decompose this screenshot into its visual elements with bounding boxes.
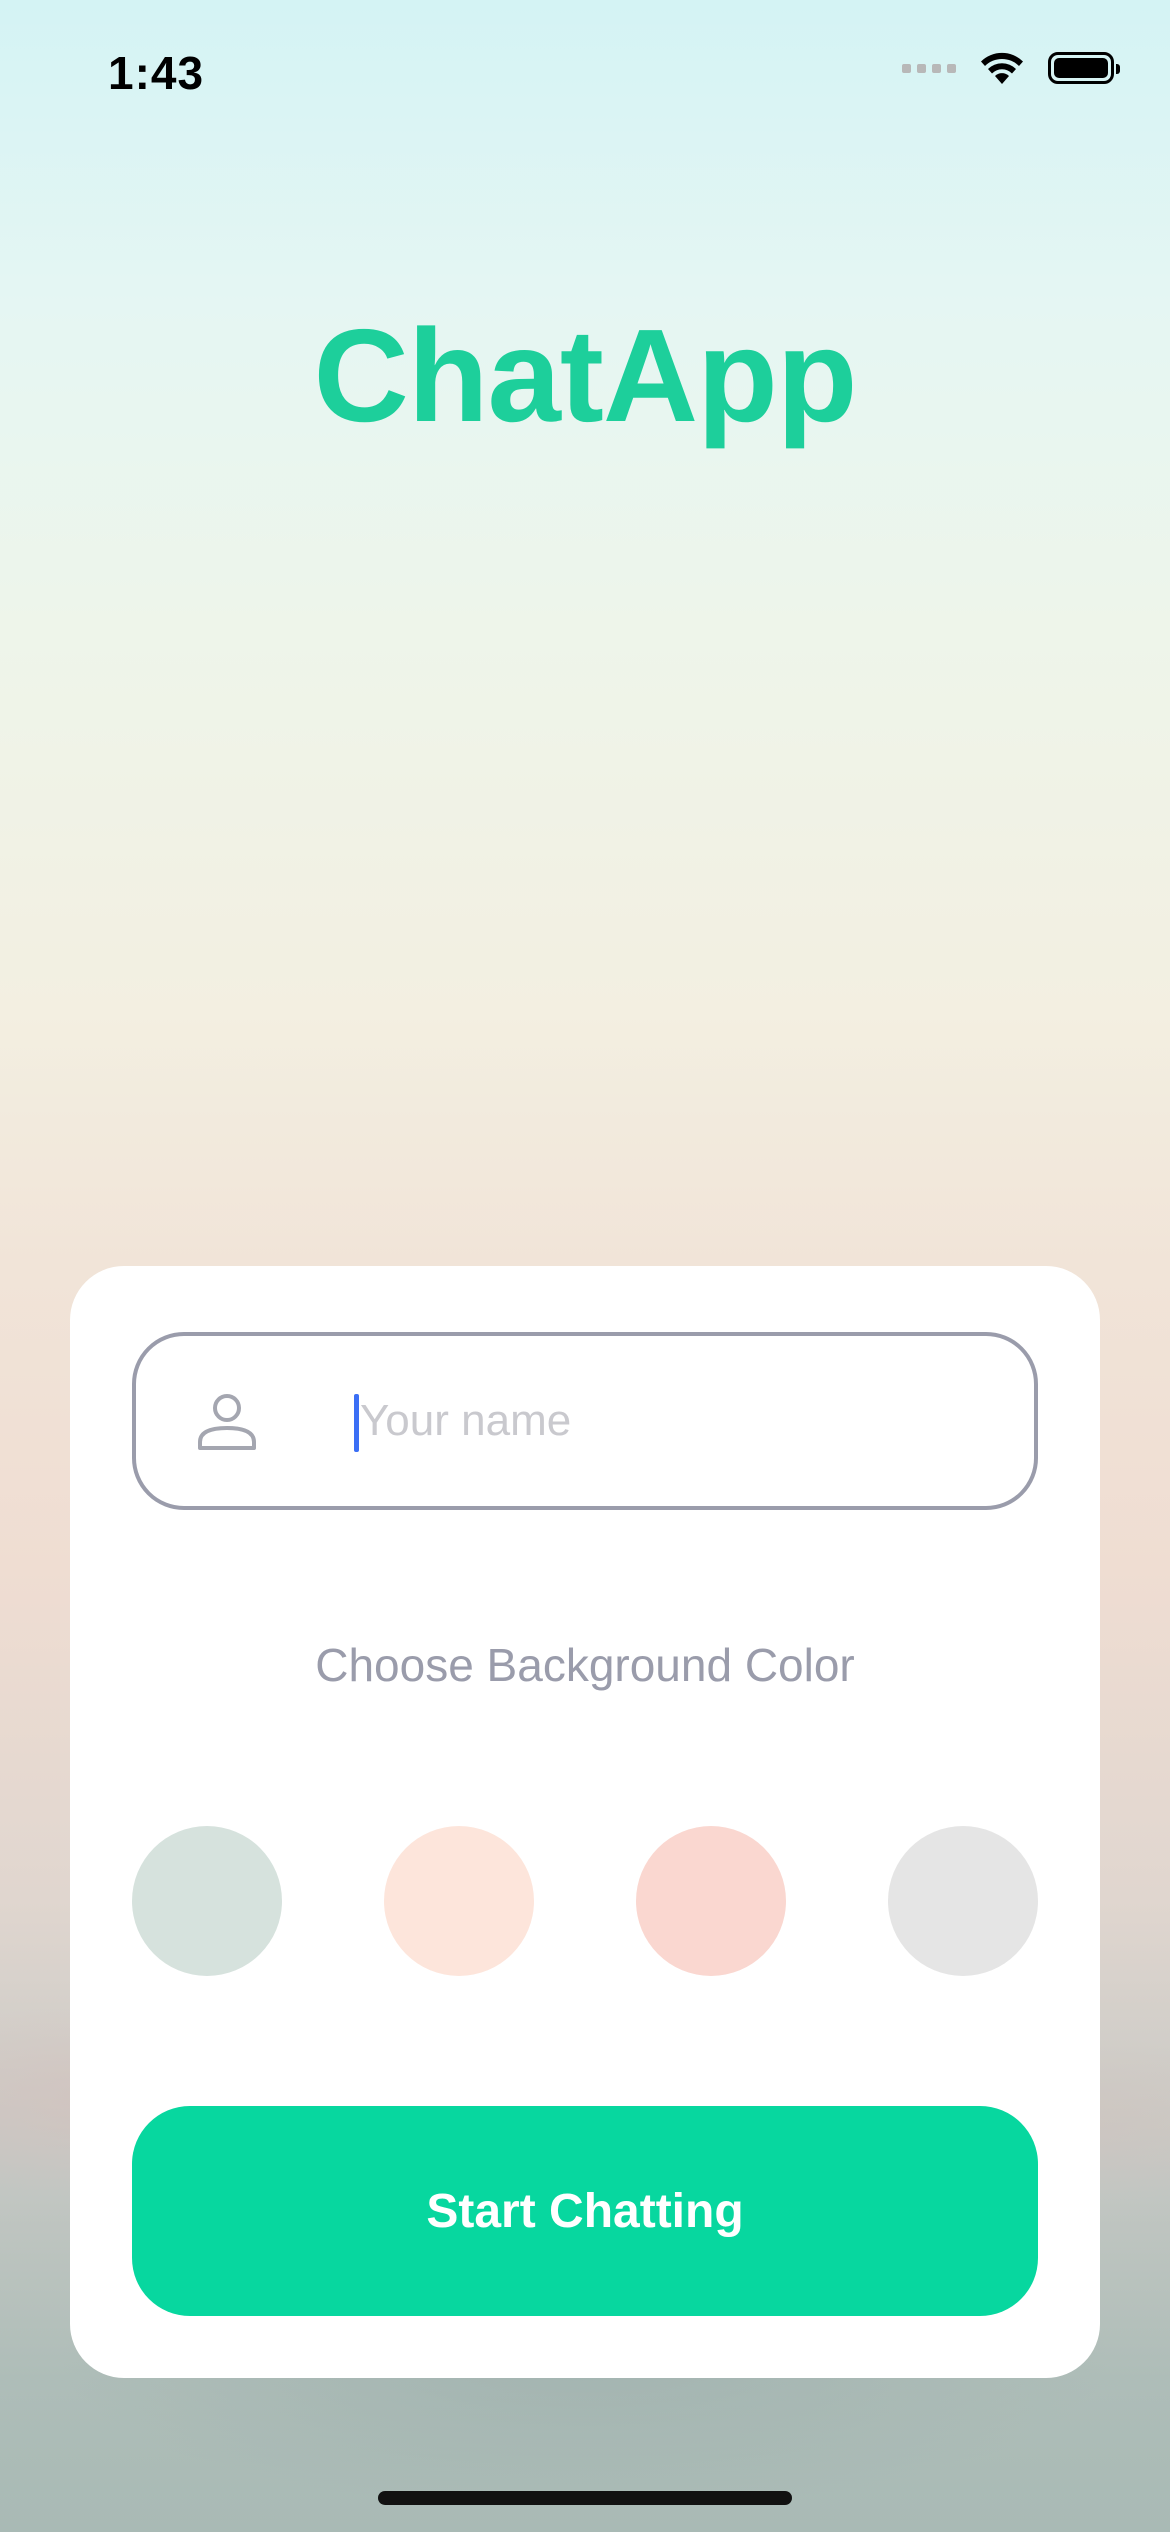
status-time: 1:43	[108, 47, 205, 99]
person-icon	[198, 1394, 256, 1450]
app-title: ChatApp	[313, 302, 858, 449]
status-icons	[902, 50, 1120, 86]
name-input[interactable]	[360, 1376, 980, 1466]
text-cursor	[354, 1394, 359, 1452]
color-swatch-peach[interactable]	[384, 1826, 534, 1976]
cellular-signal-icon	[902, 63, 956, 73]
home-indicator[interactable]	[378, 2491, 792, 2505]
color-swatch-pink[interactable]	[636, 1826, 786, 1976]
login-card: Choose Background Color Start Chatting	[70, 1266, 1100, 2378]
wifi-icon	[981, 52, 1023, 84]
choose-color-label: Choose Background Color	[315, 1639, 855, 1691]
start-chatting-button[interactable]: Start Chatting	[132, 2106, 1038, 2316]
color-swatch-sage[interactable]	[132, 1826, 282, 1976]
name-field[interactable]	[132, 1332, 1038, 1510]
battery-icon	[1048, 52, 1120, 84]
color-swatch-gray[interactable]	[888, 1826, 1038, 1976]
